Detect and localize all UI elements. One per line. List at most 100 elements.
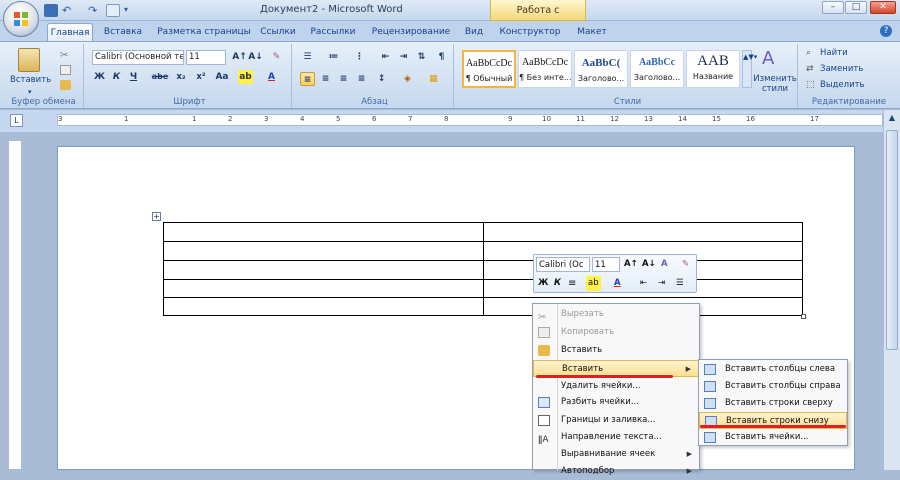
highlight-icon[interactable]: ab xyxy=(238,70,253,84)
undo-icon[interactable]: ↶ xyxy=(62,4,76,17)
style-heading-2[interactable]: AaBbCc Заголово... xyxy=(630,50,684,88)
menu-item-borders[interactable]: Границы и заливка... xyxy=(533,412,699,429)
font-name-combo[interactable]: Calibri (Основной те xyxy=(92,50,184,65)
horizontal-ruler[interactable]: 3 1 1 2 3 4 5 6 7 8 9 10 11 12 13 14 15 … xyxy=(57,114,883,126)
select-button[interactable]: Выделить xyxy=(820,80,865,90)
help-icon[interactable]: ? xyxy=(880,25,892,37)
copy-icon[interactable] xyxy=(60,65,71,75)
italic-button[interactable]: К xyxy=(109,70,124,84)
menu-item-cell-alignment[interactable]: Выравнивание ячеек ▶ xyxy=(533,446,699,463)
minimize-button[interactable]: – xyxy=(822,1,844,14)
replace-button[interactable]: Заменить xyxy=(820,64,863,74)
table-resize-handle[interactable] xyxy=(801,314,806,319)
paste-dropdown-icon[interactable]: ▾ xyxy=(28,88,32,96)
style-title[interactable]: AAB Название xyxy=(686,50,740,88)
sort-icon[interactable]: ⇅ xyxy=(414,50,429,64)
underline-button[interactable]: Ч xyxy=(126,70,141,84)
mini-grow-font-icon[interactable]: A↑ xyxy=(624,257,638,272)
menu-item-cut[interactable]: ✂ Вырезать xyxy=(533,306,699,323)
change-styles-icon[interactable]: A xyxy=(762,48,774,69)
mini-shrink-font-icon[interactable]: A↓ xyxy=(642,257,656,272)
bullets-icon[interactable]: ☰ xyxy=(300,50,315,64)
change-case-button[interactable]: Aa xyxy=(212,70,232,84)
mini-bold-button[interactable]: Ж xyxy=(538,276,548,291)
cut-icon[interactable]: ✂ xyxy=(60,50,71,61)
mini-highlight-icon[interactable]: ab xyxy=(586,276,601,291)
tab-selector-icon[interactable]: L xyxy=(10,114,23,127)
align-right-icon[interactable]: ≡ xyxy=(336,72,351,86)
grow-font-icon[interactable]: A↑ xyxy=(232,50,247,64)
increase-indent-icon[interactable]: ⇥ xyxy=(396,50,411,64)
save-icon[interactable] xyxy=(44,4,58,17)
mini-align-center-icon[interactable]: ≡ xyxy=(568,276,576,291)
tab-review[interactable]: Рецензирование xyxy=(368,23,454,41)
style-heading-1[interactable]: AaBbC( Заголово... xyxy=(574,50,628,88)
change-styles-button[interactable]: Изменить стили xyxy=(753,74,797,94)
mini-bullets-icon[interactable]: ☰ xyxy=(676,276,684,291)
tab-view[interactable]: Вид xyxy=(460,23,488,41)
scroll-up-icon[interactable]: ▲ xyxy=(886,113,898,125)
clear-format-icon[interactable]: ✎ xyxy=(269,50,284,64)
menu-item-delete-cells[interactable]: Удалить ячейки... xyxy=(533,378,699,395)
submenu-insert-columns-right[interactable]: Вставить столбцы справа xyxy=(699,378,847,395)
show-marks-icon[interactable]: ¶ xyxy=(434,50,449,64)
paste-icon[interactable] xyxy=(18,48,40,72)
mini-italic-button[interactable]: К xyxy=(554,276,561,291)
table-move-handle-icon[interactable]: + xyxy=(152,212,161,221)
mini-font-combo[interactable]: Calibri (Ос xyxy=(536,257,590,272)
redo-icon[interactable]: ↷ xyxy=(88,4,102,17)
tab-insert[interactable]: Вставка xyxy=(98,23,148,41)
mini-format-painter-icon[interactable]: ✎ xyxy=(682,257,689,272)
style-normal[interactable]: AaBbCcDc ¶ Обычный xyxy=(462,50,516,88)
borders-icon[interactable]: ▦ xyxy=(426,72,441,86)
menu-item-paste[interactable]: Вставить xyxy=(533,342,699,359)
table[interactable] xyxy=(163,222,803,316)
numbering-icon[interactable]: ≔ xyxy=(326,50,341,64)
decrease-indent-icon[interactable]: ⇤ xyxy=(378,50,393,64)
mini-font-color-button[interactable]: A xyxy=(614,276,621,291)
font-color-icon[interactable]: A xyxy=(264,70,279,84)
find-button[interactable]: Найти xyxy=(820,48,848,58)
align-center-icon[interactable]: ≡ xyxy=(318,72,333,86)
shrink-font-icon[interactable]: A↓ xyxy=(248,50,263,64)
tab-mailings[interactable]: Рассылки xyxy=(308,23,358,41)
multilevel-list-icon[interactable]: ⋮ xyxy=(352,50,367,64)
menu-item-split-cells[interactable]: Разбить ячейки... xyxy=(533,394,699,411)
tab-page-layout[interactable]: Разметка страницы xyxy=(154,23,254,41)
tab-home[interactable]: Главная xyxy=(47,23,93,41)
submenu-insert-cells[interactable]: Вставить ячейки... xyxy=(699,429,847,446)
scroll-thumb[interactable] xyxy=(886,130,898,350)
subscript-button[interactable]: x₂ xyxy=(172,70,190,84)
tab-design[interactable]: Конструктор xyxy=(498,23,562,41)
menu-item-copy[interactable]: Копировать xyxy=(533,324,699,341)
format-painter-icon[interactable] xyxy=(60,80,71,90)
close-button[interactable]: ✕ xyxy=(870,1,896,14)
vertical-ruler[interactable] xyxy=(8,140,22,470)
office-button[interactable] xyxy=(3,1,39,37)
submenu-insert-rows-above[interactable]: Вставить строки сверху xyxy=(699,395,847,412)
align-left-icon[interactable]: ≡ xyxy=(300,72,315,86)
mini-increase-indent-icon[interactable]: ⇥ xyxy=(658,276,665,291)
menu-item-autofit[interactable]: Автоподбор ▶ xyxy=(533,463,699,480)
mini-size-combo[interactable]: 11 xyxy=(592,257,620,272)
superscript-button[interactable]: x² xyxy=(192,70,210,84)
style-no-spacing[interactable]: AaBbCcDc ¶ Без инте... xyxy=(518,50,572,88)
paste-button[interactable]: Вставить xyxy=(10,75,51,85)
font-size-combo[interactable]: 11 xyxy=(186,50,226,65)
shading-icon[interactable]: ◈ xyxy=(400,72,415,86)
justify-icon[interactable]: ≡ xyxy=(354,72,369,86)
line-spacing-icon[interactable]: ↕ xyxy=(374,72,389,86)
bold-button[interactable]: Ж xyxy=(92,70,107,84)
tab-layout[interactable]: Макет xyxy=(572,23,612,41)
mini-decrease-indent-icon[interactable]: ⇤ xyxy=(640,276,647,291)
strikethrough-button[interactable]: abe xyxy=(150,70,170,84)
styles-scroll-icon[interactable]: ▲▼▾ xyxy=(742,50,757,88)
vertical-scrollbar[interactable]: ▲ xyxy=(883,110,900,470)
menu-item-text-direction[interactable]: ǁA Направление текста... xyxy=(533,429,699,446)
qat-customize-icon[interactable]: ▾ xyxy=(124,5,128,14)
tab-references[interactable]: Ссылки xyxy=(258,23,298,41)
maximize-button[interactable]: □ xyxy=(845,1,867,14)
submenu-insert-columns-left[interactable]: Вставить столбцы слева xyxy=(699,361,847,378)
print-preview-icon[interactable] xyxy=(106,4,120,17)
mini-styles-icon[interactable]: A xyxy=(661,257,668,272)
